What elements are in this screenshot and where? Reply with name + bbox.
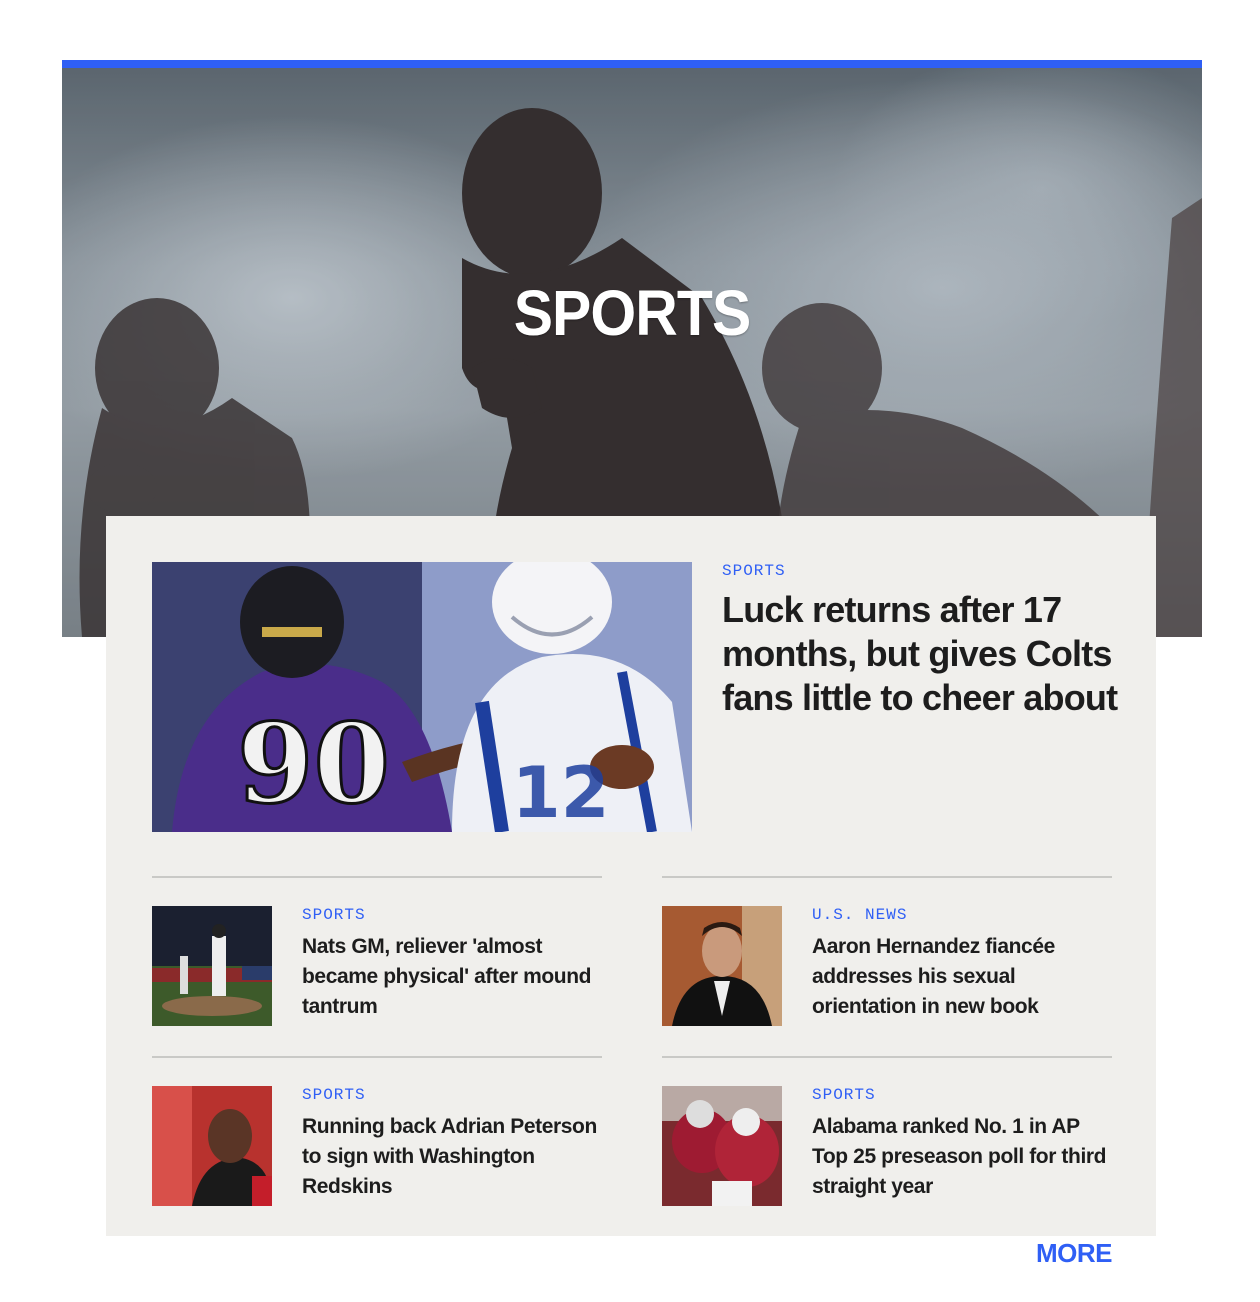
featured-photo: 90 12	[152, 562, 692, 832]
story-card[interactable]: SPORTS Alabama ranked No. 1 in AP Top 25…	[662, 1056, 1112, 1238]
story-thumbnail[interactable]	[662, 906, 782, 1026]
story-headline[interactable]: Aaron Hernandez fiancée addresses his se…	[812, 932, 1112, 1022]
story-card[interactable]: SPORTS Nats GM, reliever 'almost became …	[152, 876, 602, 1058]
story-card[interactable]: SPORTS Running back Adrian Peterson to s…	[152, 1056, 602, 1238]
featured-kicker[interactable]: SPORTS	[722, 562, 786, 580]
story-card[interactable]: U.S. NEWS Aaron Hernandez fiancée addres…	[662, 876, 1112, 1058]
story-kicker[interactable]: SPORTS	[302, 1086, 366, 1104]
story-kicker[interactable]: SPORTS	[812, 1086, 876, 1104]
story-thumbnail[interactable]	[662, 1086, 782, 1206]
featured-image[interactable]: 90 12	[152, 562, 692, 832]
featured-headline[interactable]: Luck returns after 17 months, but gives …	[722, 588, 1132, 720]
story-headline[interactable]: Running back Adrian Peterson to sign wit…	[302, 1112, 602, 1202]
story-headline[interactable]: Alabama ranked No. 1 in AP Top 25 presea…	[812, 1112, 1112, 1202]
stories-panel: 90 12 SPORTS Luck returns after 17 month…	[106, 516, 1156, 1236]
story-thumbnail[interactable]	[152, 906, 272, 1026]
more-link[interactable]: MORE	[1036, 1238, 1113, 1269]
story-kicker[interactable]: U.S. NEWS	[812, 906, 907, 924]
svg-text:12: 12	[512, 752, 609, 832]
story-thumbnail[interactable]	[152, 1086, 272, 1206]
svg-text:90: 90	[237, 699, 390, 828]
section-title: SPORTS	[513, 277, 752, 349]
story-kicker[interactable]: SPORTS	[302, 906, 366, 924]
story-headline[interactable]: Nats GM, reliever 'almost became physica…	[302, 932, 602, 1022]
